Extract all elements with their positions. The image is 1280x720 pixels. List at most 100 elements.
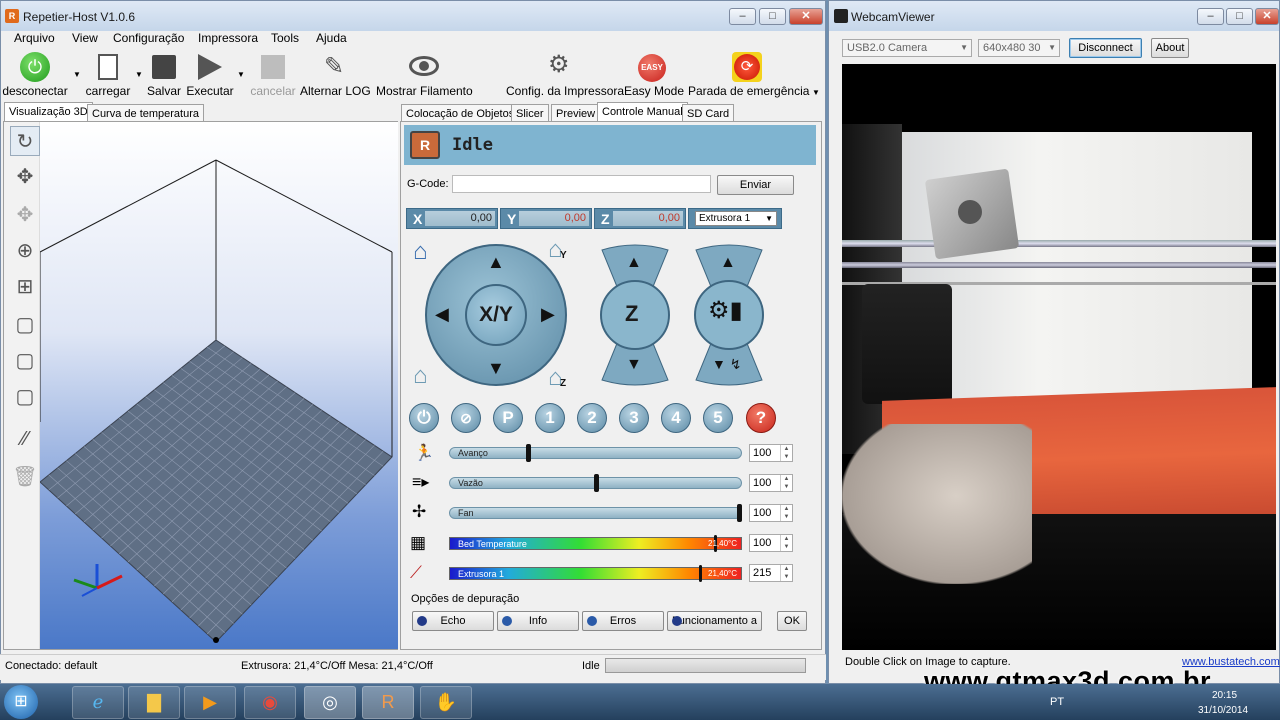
webcam-close-button[interactable]: ✕: [1255, 8, 1279, 25]
menu-configuracao[interactable]: Configuração: [113, 31, 184, 45]
preset-3-button[interactable]: 3: [619, 403, 649, 433]
spinner-arrows-icon[interactable]: ▲ ▼: [780, 565, 792, 581]
feedrate-spinner[interactable]: 100 ▲ ▼: [749, 444, 793, 462]
y-plus-arrow-icon[interactable]: ▲: [487, 252, 505, 273]
xy-center-button[interactable]: X/Y: [465, 284, 527, 346]
z-minus-arrow-icon[interactable]: ▼: [626, 356, 642, 374]
home-y-icon[interactable]: ⌂ Y: [548, 236, 567, 264]
home-all-icon[interactable]: ⌂: [413, 238, 428, 266]
x-plus-arrow-icon[interactable]: ▶: [541, 304, 555, 325]
tab-preview[interactable]: Preview: [551, 104, 601, 122]
gcode-input[interactable]: [452, 175, 711, 193]
help-button[interactable]: ?: [746, 403, 776, 433]
debug-ok-button[interactable]: OK: [777, 611, 807, 631]
menu-tools[interactable]: Tools: [271, 31, 299, 45]
taskbar-repetier-icon[interactable]: R: [362, 686, 414, 719]
spinner-arrows-icon[interactable]: ▲ ▼: [780, 505, 792, 521]
extruder-select[interactable]: Extrusora 1 ▼: [695, 211, 777, 226]
tab-slicer[interactable]: Slicer: [511, 104, 549, 122]
clock-time[interactable]: 20:15: [1212, 690, 1237, 701]
menu-arquivo[interactable]: Arquivo: [14, 31, 55, 45]
side-view-icon[interactable]: ▢: [10, 382, 40, 412]
spinner-arrows-icon[interactable]: ▲ ▼: [780, 475, 792, 491]
x-minus-arrow-icon[interactable]: ◀: [435, 304, 449, 325]
taskbar-explorer-icon[interactable]: ▇: [128, 686, 180, 719]
fan-knob[interactable]: [737, 504, 742, 522]
taskbar-media-player-icon[interactable]: ▶: [184, 686, 236, 719]
power-off-icon[interactable]: ⏻: [409, 403, 439, 433]
minimize-button[interactable]: –: [729, 8, 756, 25]
debug-info-button[interactable]: Info: [497, 611, 579, 631]
webcam-about-button[interactable]: About: [1151, 38, 1189, 58]
extruder-jog-pad[interactable]: ▲ ⚙▮ ▼ ↯: [694, 244, 764, 386]
feedrate-slider[interactable]: [449, 444, 742, 462]
fan-off-icon[interactable]: ⊘: [451, 403, 481, 433]
spinner-arrows-icon[interactable]: ▲ ▼: [780, 445, 792, 461]
tab-temperature-curve[interactable]: Curva de temperatura: [87, 104, 204, 122]
feedrate-knob[interactable]: [526, 444, 532, 462]
z-plus-arrow-icon[interactable]: ▲: [626, 254, 642, 272]
debug-dry-run-button[interactable]: Funcionamento a: [667, 611, 762, 631]
zoom-fit-icon[interactable]: ⊞: [10, 272, 40, 302]
printer-config-button[interactable]: ⚙ Config. da Impressora: [506, 51, 624, 100]
close-button[interactable]: ✕: [789, 8, 823, 25]
maximize-button[interactable]: □: [759, 8, 786, 25]
disconnect-dropdown-arrow[interactable]: ▼: [73, 70, 81, 79]
camera-device-select[interactable]: USB2.0 Camera ▼: [842, 39, 972, 57]
flow-knob[interactable]: [593, 474, 599, 492]
flow-slider[interactable]: [449, 474, 742, 492]
tab-3d-view[interactable]: Visualização 3D: [4, 102, 93, 121]
bed-temp-spinner[interactable]: 100 ▲ ▼: [749, 534, 793, 552]
emergency-stop-button[interactable]: ⟳ Parada de emergência: [688, 52, 809, 100]
tab-sd-card[interactable]: SD Card: [682, 104, 735, 122]
preset-4-button[interactable]: 4: [661, 403, 691, 433]
resolution-select[interactable]: 640x480 30 ▼: [978, 39, 1060, 57]
home-x-icon[interactable]: ⌂: [413, 362, 428, 390]
language-indicator[interactable]: PT: [1050, 696, 1064, 708]
toolbar-overflow-arrow[interactable]: ▼: [812, 88, 820, 97]
easy-mode-button[interactable]: EASY Easy Mode: [624, 52, 684, 100]
preset-1-button[interactable]: 1: [535, 403, 565, 433]
flow-spinner[interactable]: 100 ▲ ▼: [749, 474, 793, 492]
debug-echo-button[interactable]: Echo: [412, 611, 494, 631]
menu-ajuda[interactable]: Ajuda: [316, 31, 347, 45]
cancel-button[interactable]: cancelar: [250, 52, 296, 100]
load-dropdown-arrow[interactable]: ▼: [135, 70, 143, 79]
debug-errors-button[interactable]: Erros: [582, 611, 664, 631]
load-button[interactable]: carregar: [84, 52, 132, 100]
run-button[interactable]: Executar: [186, 52, 234, 100]
menu-impressora[interactable]: Impressora: [198, 31, 258, 45]
preset-5-button[interactable]: 5: [703, 403, 733, 433]
tab-manual-control[interactable]: Controle Manual: [597, 102, 688, 122]
move-object-icon[interactable]: ✥: [10, 200, 40, 230]
zoom-icon[interactable]: ⊕: [10, 236, 40, 266]
move-view-icon[interactable]: ✥: [10, 162, 40, 192]
extrude-retract-arrow-icon[interactable]: ▲: [720, 254, 736, 272]
webcam-minimize-button[interactable]: –: [1197, 8, 1224, 25]
z-jog-pad[interactable]: ▲ Z ▼: [600, 244, 670, 386]
preset-2-button[interactable]: 2: [577, 403, 607, 433]
taskbar-hand-app-icon[interactable]: ✋: [420, 686, 472, 719]
webcam-maximize-button[interactable]: □: [1226, 8, 1253, 25]
tab-object-placement[interactable]: Colocação de Objetos: [401, 104, 520, 122]
taskbar-webcam-icon[interactable]: ◎: [304, 686, 356, 719]
extruder-temp-spinner[interactable]: 215 ▲ ▼: [749, 564, 793, 582]
xy-jog-pad[interactable]: X/Y ▲ ▼ ◀ ▶: [425, 244, 567, 386]
fan-spinner[interactable]: 100 ▲ ▼: [749, 504, 793, 522]
extruder-target-knob[interactable]: [699, 565, 703, 582]
fan-slider[interactable]: [449, 504, 742, 522]
extrude-arrow-icon[interactable]: ▼ ↯: [712, 356, 741, 373]
run-dropdown-arrow[interactable]: ▼: [237, 70, 245, 79]
view-3d-panel[interactable]: ↻ ✥ ✥ ⊕ ⊞ ▢ ▢ ▢ ⁄⁄ 🗑: [3, 121, 398, 650]
taskbar-chrome-icon[interactable]: ◉: [244, 686, 296, 719]
start-button-icon[interactable]: ⊞: [4, 685, 38, 719]
webcam-disconnect-button[interactable]: Disconnect: [1069, 38, 1142, 58]
show-filament-button[interactable]: Mostrar Filamento: [376, 52, 473, 100]
webcam-image[interactable]: [842, 64, 1276, 650]
y-minus-arrow-icon[interactable]: ▼: [487, 358, 505, 379]
front-view-icon[interactable]: ▢: [10, 346, 40, 376]
clock-date[interactable]: 31/10/2014: [1198, 705, 1248, 716]
disconnect-button[interactable]: ⏻ desconectar: [2, 52, 68, 100]
send-gcode-button[interactable]: Enviar: [717, 175, 794, 195]
spinner-arrows-icon[interactable]: ▲ ▼: [780, 535, 792, 551]
